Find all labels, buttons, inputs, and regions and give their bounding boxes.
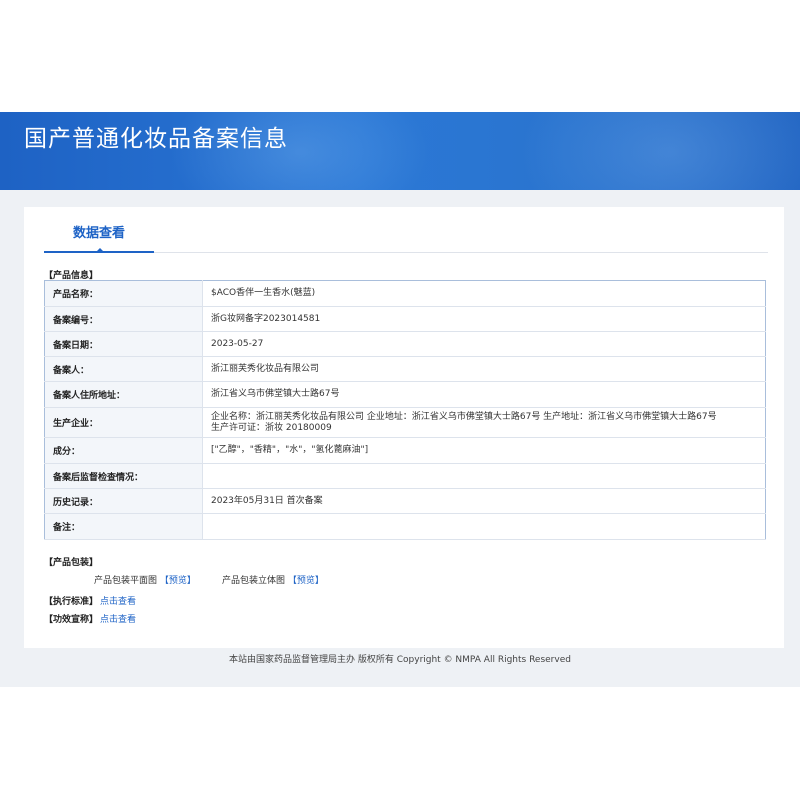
registrant-value: 浙江丽芙秀化妆品有限公司 <box>202 356 766 382</box>
registration-date-value: 2023-05-27 <box>202 331 766 357</box>
row-label: 历史记录： <box>44 488 203 514</box>
efficacy-view-link[interactable]: 点击查看 <box>100 612 136 625</box>
packaging-flat-label: 产品包装平面图 <box>94 576 158 586</box>
row-label: 备注： <box>44 513 203 540</box>
packaging-flat-preview-link[interactable]: 【预览】 <box>160 576 196 586</box>
product-name-value: $ACO香伴一生香水(魅蓝) <box>202 280 766 307</box>
active-tab-indicator-icon <box>95 248 105 253</box>
row-label: 备案后监督检查情况： <box>44 463 203 489</box>
table-row: 历史记录： 2023年05月31日 首次备案 <box>44 488 766 514</box>
table-row: 产品名称： $ACO香伴一生香水(魅蓝) <box>44 280 766 307</box>
table-row: 成分： ["乙醇"，"香精"，"水"，"氢化蓖麻油"] <box>44 437 766 464</box>
table-row: 生产企业： 企业名称：浙江丽芙秀化妆品有限公司 企业地址：浙江省义乌市佛堂镇大士… <box>44 407 766 438</box>
packaging-flat-item: 产品包装平面图 【预览】 <box>94 573 196 586</box>
row-label: 备案日期： <box>44 331 203 357</box>
remarks-value <box>202 513 766 540</box>
footer-copyright: 本站由国家药品监督管理局主办 版权所有 Copyright © NMPA All… <box>229 655 571 665</box>
tab-data-view[interactable]: 数据查看 <box>44 213 154 253</box>
table-row: 备案日期： 2023-05-27 <box>44 331 766 357</box>
efficacy-label: 【功效宣称】 <box>44 615 99 625</box>
table-row: 备案后监督检查情况： <box>44 463 766 489</box>
registration-number-value: 浙G妆网备字2023014581 <box>202 306 766 332</box>
packaging-solid-preview-link[interactable]: 【预览】 <box>288 576 324 586</box>
table-row: 备案人住所地址： 浙江省义乌市佛堂镇大士路67号 <box>44 381 766 408</box>
ingredients-value: ["乙醇"，"香精"，"水"，"氢化蓖麻油"] <box>202 437 766 464</box>
page-title: 国产普通化妆品备案信息 <box>24 126 288 152</box>
manufacturer-value: 企业名称：浙江丽芙秀化妆品有限公司 企业地址：浙江省义乌市佛堂镇大士路67号 生… <box>202 407 766 438</box>
product-info-table: 产品名称： $ACO香伴一生香水(魅蓝) 备案编号： 浙G妆网备字2023014… <box>44 280 766 540</box>
standard-label: 【执行标准】 <box>44 597 99 607</box>
history-value: 2023年05月31日 首次备案 <box>202 488 766 514</box>
table-row: 备案编号： 浙G妆网备字2023014581 <box>44 306 766 332</box>
inspection-value <box>202 463 766 489</box>
standard-view-link[interactable]: 点击查看 <box>100 594 136 607</box>
registrant-address-value: 浙江省义乌市佛堂镇大士路67号 <box>202 381 766 408</box>
table-row: 备案人： 浙江丽芙秀化妆品有限公司 <box>44 356 766 382</box>
row-label: 成分： <box>44 437 203 464</box>
row-label: 备案人： <box>44 356 203 382</box>
row-label: 生产企业： <box>44 407 203 438</box>
table-row: 备注： <box>44 513 766 540</box>
packaging-solid-label: 产品包装立体图 <box>222 576 286 586</box>
row-label: 产品名称： <box>44 280 203 307</box>
row-label: 备案编号： <box>44 306 203 332</box>
packaging-solid-item: 产品包装立体图 【预览】 <box>222 573 324 586</box>
tab-bar: 数据查看 <box>44 213 768 253</box>
row-label: 备案人住所地址： <box>44 381 203 408</box>
packaging-section-label: 【产品包装】 <box>44 558 99 568</box>
